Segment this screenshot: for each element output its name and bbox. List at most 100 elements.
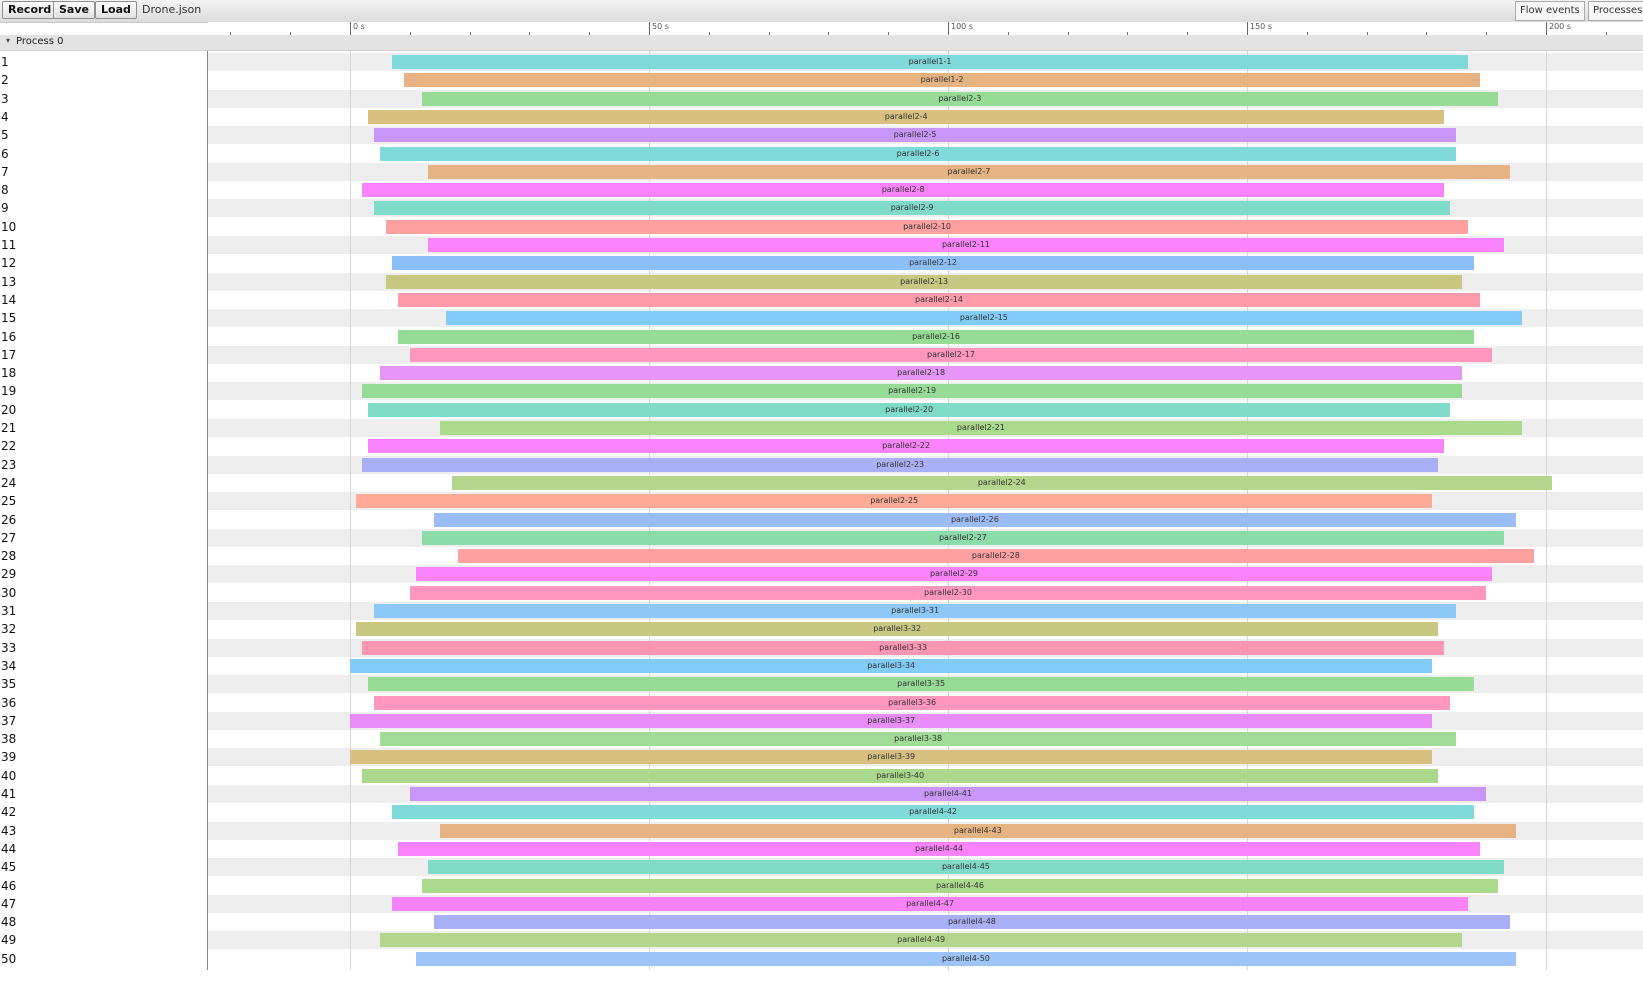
trace-slice[interactable]: parallel2-16 [397, 329, 1475, 344]
thread-row-label: 47 [1, 896, 17, 911]
ruler-tick-label: 100 s [951, 22, 973, 31]
thread-row-label: 12 [1, 256, 17, 271]
trace-slice[interactable]: parallel2-5 [373, 128, 1457, 143]
thread-row-label: 17 [1, 347, 17, 362]
thread-row-label: 3 [1, 91, 9, 106]
save-button[interactable]: Save [53, 1, 95, 19]
trace-slice[interactable]: parallel3-33 [361, 640, 1445, 655]
thread-row-label: 30 [1, 585, 17, 600]
collapse-caret-icon[interactable]: ▾ [6, 36, 10, 45]
thread-row-label: 20 [1, 402, 17, 417]
trace-slice[interactable]: parallel2-10 [385, 219, 1469, 234]
trace-slice[interactable]: parallel4-42 [391, 805, 1475, 820]
trace-slice[interactable]: parallel4-41 [409, 787, 1487, 801]
thread-row-label: 45 [1, 860, 17, 875]
trace-slice[interactable]: parallel1-2 [403, 73, 1481, 88]
thread-row-label: 27 [1, 530, 17, 545]
trace-slice[interactable]: parallel3-34 [350, 658, 1433, 673]
trace-slice[interactable]: parallel4-44 [397, 841, 1481, 856]
trace-slice[interactable]: parallel3-38 [379, 732, 1457, 747]
toolbar: Record Save Load Drone.json Flow events … [0, 0, 1643, 23]
thread-row-label: 41 [1, 787, 17, 801]
process-label: Process 0 [16, 36, 64, 47]
thread-row-label: 6 [1, 146, 9, 161]
ruler-major-tick [649, 22, 650, 36]
trace-slice[interactable]: parallel2-27 [421, 530, 1505, 545]
ruler-tick-label: 200 s [1549, 22, 1571, 31]
thread-row-label: 43 [1, 823, 17, 838]
thread-row-label: 35 [1, 677, 17, 692]
trace-slice[interactable]: parallel2-8 [361, 183, 1445, 198]
processes-button[interactable]: Processes [1588, 1, 1643, 21]
process-header[interactable]: ▾ Process 0 [0, 35, 1643, 51]
thread-row-label: 1 [1, 55, 9, 69]
thread-row-label: 26 [1, 512, 17, 527]
trace-slice[interactable]: parallel2-12 [391, 256, 1475, 271]
thread-row-label: 11 [1, 238, 17, 252]
trace-slice[interactable]: parallel2-7 [427, 164, 1511, 179]
thread-row-label: 22 [1, 439, 17, 454]
thread-row-label: 15 [1, 311, 17, 326]
trace-slice[interactable]: parallel2-9 [373, 201, 1451, 216]
flow-events-button[interactable]: Flow events [1515, 1, 1585, 21]
trace-slice[interactable]: parallel4-47 [391, 896, 1469, 911]
trace-slice[interactable]: parallel2-22 [367, 439, 1445, 454]
thread-row-label: 18 [1, 366, 17, 381]
trace-slice[interactable]: parallel2-21 [439, 421, 1523, 435]
trace-slice[interactable]: parallel3-36 [373, 695, 1451, 710]
trace-slice[interactable]: parallel2-26 [433, 512, 1517, 527]
time-gridline [350, 51, 351, 970]
thread-row-label: 13 [1, 274, 17, 289]
record-button[interactable]: Record [2, 1, 58, 19]
trace-slice[interactable]: parallel4-48 [433, 915, 1511, 930]
trace-slice[interactable]: parallel2-20 [367, 402, 1451, 417]
trace-slice[interactable]: parallel4-46 [421, 878, 1499, 893]
thread-row-label: 28 [1, 549, 17, 564]
thread-row-label: 40 [1, 768, 17, 783]
trace-slice[interactable]: parallel2-18 [379, 366, 1463, 381]
trace-slice[interactable]: parallel2-14 [397, 292, 1481, 307]
trace-slice[interactable]: parallel2-13 [385, 274, 1463, 289]
trace-slice[interactable]: parallel3-32 [355, 622, 1439, 637]
thread-row-label: 49 [1, 933, 17, 948]
time-gridline [1546, 51, 1547, 970]
trace-slice[interactable]: parallel4-50 [415, 951, 1517, 966]
trace-slice[interactable]: parallel2-25 [355, 494, 1433, 509]
trace-slice[interactable]: parallel2-28 [457, 549, 1535, 564]
thread-row-label: 7 [1, 164, 9, 179]
trace-slice[interactable]: parallel4-45 [427, 860, 1505, 875]
ruler-major-tick [948, 22, 949, 36]
timeline-tracks[interactable]: parallel1-1 parallel1-2 parallel2-3 paralle… [208, 51, 1643, 970]
trace-slice[interactable]: parallel3-37 [350, 713, 1433, 728]
trace-slice[interactable]: parallel2-15 [445, 311, 1523, 326]
trace-slice[interactable]: parallel2-30 [409, 585, 1487, 600]
load-button[interactable]: Load [95, 1, 137, 19]
trace-slice[interactable]: parallel3-40 [361, 768, 1439, 783]
trace-slice[interactable]: parallel2-17 [409, 347, 1493, 362]
trace-slice[interactable]: parallel2-19 [361, 384, 1463, 399]
trace-slice[interactable]: parallel3-35 [367, 677, 1475, 692]
ruler-major-tick [1247, 22, 1248, 36]
trace-slice[interactable]: parallel2-3 [421, 91, 1499, 106]
thread-row-label: 31 [1, 604, 17, 618]
thread-row-label: 25 [1, 494, 17, 509]
trace-slice[interactable]: parallel4-49 [379, 933, 1463, 948]
ruler-tick-label: 0 s [353, 22, 365, 31]
trace-slice[interactable]: parallel2-24 [451, 475, 1552, 490]
trace-slice[interactable]: parallel2-29 [415, 567, 1493, 582]
trace-slice[interactable]: parallel2-11 [427, 238, 1505, 252]
trace-slice[interactable]: parallel4-43 [439, 823, 1517, 838]
trace-slice[interactable]: parallel3-31 [373, 604, 1457, 618]
thread-row-label: 24 [1, 475, 17, 490]
trace-slice[interactable]: parallel2-4 [367, 109, 1445, 124]
ruler-major-tick [1546, 22, 1547, 36]
trace-slice[interactable]: parallel2-23 [361, 457, 1439, 472]
ruler-tick-label: 150 s [1250, 22, 1272, 31]
thread-row-label: 5 [1, 128, 9, 143]
thread-row-label: 19 [1, 384, 17, 399]
trace-slice[interactable]: parallel1-1 [391, 55, 1469, 69]
ruler-tick-label: 50 s [652, 22, 669, 31]
trace-slice[interactable]: parallel3-39 [350, 750, 1433, 765]
trace-slice[interactable]: parallel2-6 [379, 146, 1457, 161]
thread-row-label: 34 [1, 658, 17, 673]
